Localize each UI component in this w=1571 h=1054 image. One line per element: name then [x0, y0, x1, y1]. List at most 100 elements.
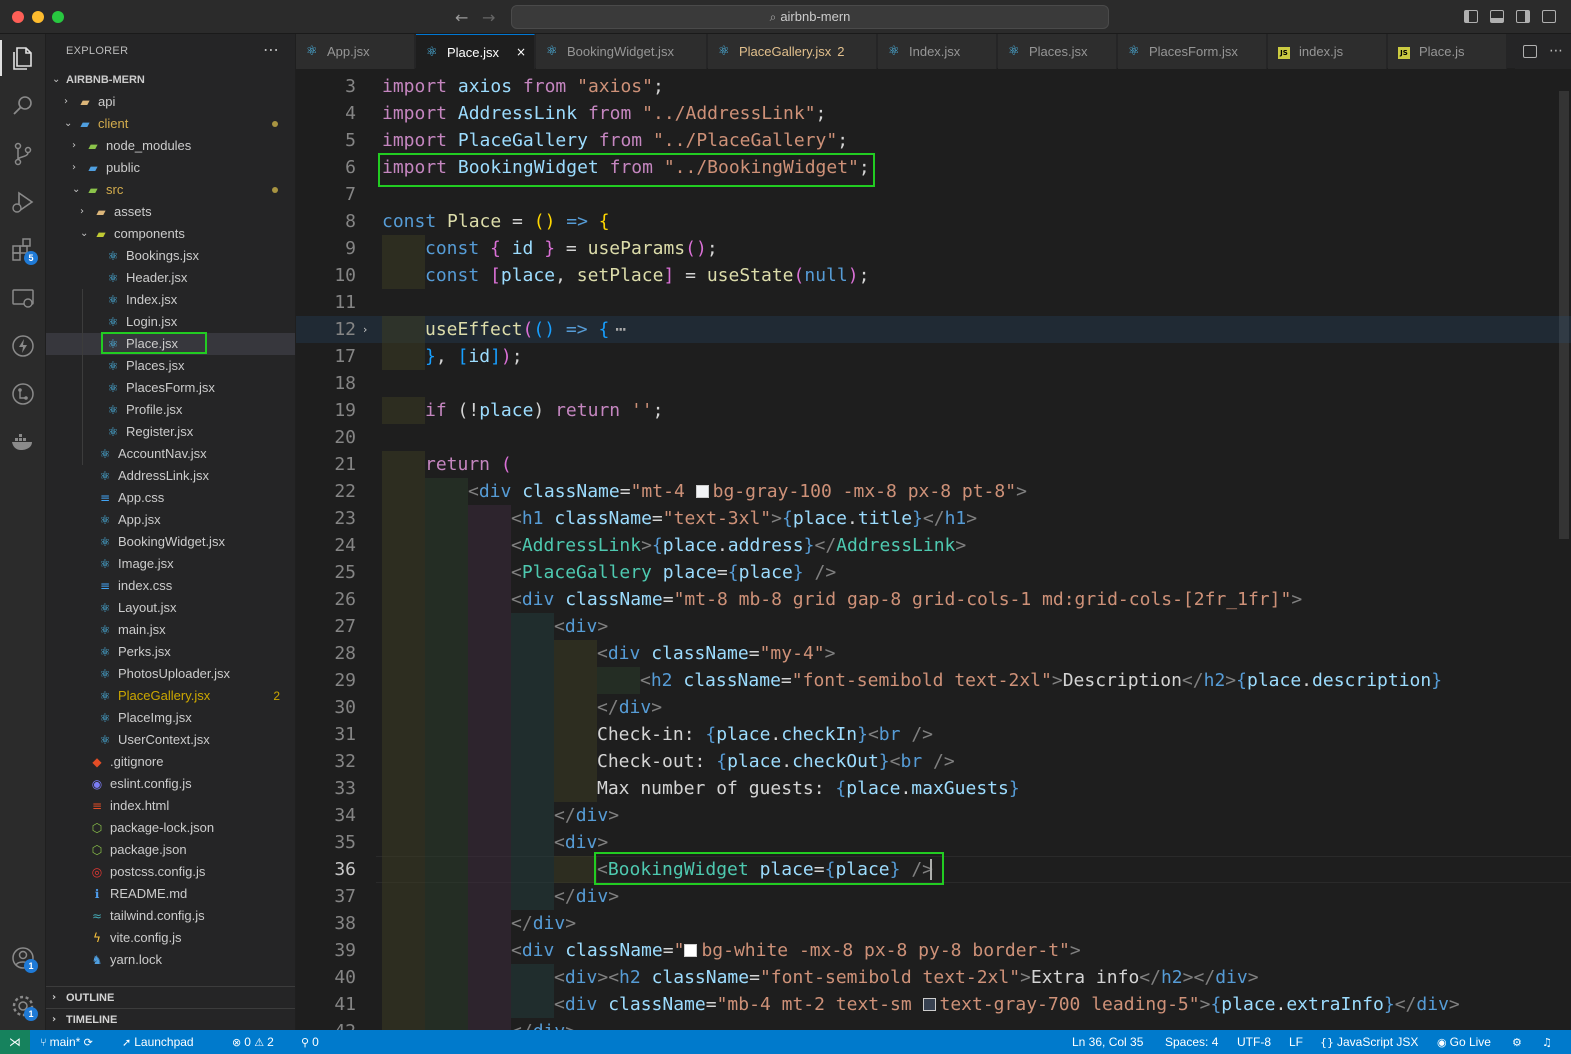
code-line-37[interactable]: </div> — [554, 883, 619, 910]
code-line-38[interactable]: </div> — [511, 910, 576, 937]
search-icon[interactable] — [9, 92, 37, 120]
code-line-3[interactable]: import axios from "axios"; — [382, 73, 664, 100]
go-live-button[interactable]: ◉ Go Live — [1437, 1030, 1491, 1054]
tab-index-js[interactable]: JS index.js — [1268, 34, 1387, 69]
tree-item-place-jsx[interactable]: ⚛ Place.jsx — [46, 333, 295, 355]
code-line-29[interactable]: <h2 className="font-semibold text-2xl">D… — [640, 667, 1442, 694]
tree-item-placegallery-jsx[interactable]: ⚛ PlaceGallery.jsx 2 — [46, 685, 295, 707]
tree-item-placeimg-jsx[interactable]: ⚛ PlaceImg.jsx — [46, 707, 295, 729]
tree-item-index-css[interactable]: ≡ index.css — [46, 575, 295, 597]
branch-indicator[interactable]: ⑂ main* ⟳ — [40, 1030, 96, 1054]
toggle-primary-sidebar-icon[interactable] — [1464, 10, 1478, 23]
split-editor-icon[interactable] — [1523, 45, 1537, 58]
gitlens-icon[interactable] — [9, 380, 37, 408]
minimize-window-button[interactable] — [32, 11, 44, 23]
code-line-28[interactable]: <div className="my-4"> — [597, 640, 835, 667]
toggle-panel-icon[interactable] — [1490, 10, 1504, 23]
tree-item-api[interactable]: › ▰ api — [46, 91, 295, 113]
fold-chevron-icon[interactable]: › — [363, 316, 367, 343]
tree-item-app-css[interactable]: ≡ App.css — [46, 487, 295, 509]
accounts-icon[interactable]: 1 — [9, 944, 38, 973]
cursor-position[interactable]: Ln 36, Col 35 — [1072, 1030, 1143, 1054]
notifications-bell-icon[interactable]: ♫ — [1542, 1030, 1555, 1054]
close-tab-icon[interactable]: × — [516, 35, 526, 69]
code-line-41[interactable]: <div className="mb-4 mt-2 text-sm text-g… — [554, 991, 1460, 1018]
maximize-window-button[interactable] — [52, 11, 64, 23]
more-actions-icon[interactable]: ⋯ — [263, 40, 279, 59]
tab-placesform-jsx[interactable]: ⚛ PlacesForm.jsx — [1118, 34, 1267, 69]
tab-placegallery-jsx[interactable]: ⚛ PlaceGallery.jsx 2 — [708, 34, 877, 69]
tab-index-jsx[interactable]: ⚛ Index.jsx — [878, 34, 997, 69]
tree-item-app-jsx[interactable]: ⚛ App.jsx — [46, 509, 295, 531]
code-line-40[interactable]: <div><h2 className="font-semibold text-2… — [554, 964, 1259, 991]
code-line-26[interactable]: <div className="mt-8 mb-8 grid gap-8 gri… — [511, 586, 1302, 613]
tree-item-usercontext-jsx[interactable]: ⚛ UserContext.jsx — [46, 729, 295, 751]
tree-item-bookings-jsx[interactable]: ⚛ Bookings.jsx — [46, 245, 295, 267]
settings-gear-icon[interactable]: 1 — [9, 992, 38, 1021]
code-line-5[interactable]: import PlaceGallery from "../PlaceGaller… — [382, 127, 848, 154]
encoding[interactable]: UTF-8 — [1237, 1030, 1271, 1054]
tree-item-layout-jsx[interactable]: ⚛ Layout.jsx — [46, 597, 295, 619]
color-swatch[interactable] — [684, 944, 698, 957]
tab-place-jsx[interactable]: ⚛ Place.jsx × — [416, 34, 535, 69]
code-line-19[interactable]: if (!place) return ''; — [425, 397, 664, 424]
ports-indicator[interactable]: ⚲ 0 — [301, 1030, 319, 1054]
tree-item-yarn-lock[interactable]: ♞ yarn.lock — [46, 949, 295, 971]
code-line-9[interactable]: const { id } = useParams(); — [425, 235, 718, 262]
tree-item-accountnav-jsx[interactable]: ⚛ AccountNav.jsx — [46, 443, 295, 465]
tab-app-jsx[interactable]: ⚛ App.jsx — [296, 34, 415, 69]
line-ending[interactable]: LF — [1289, 1030, 1303, 1054]
more-actions-icon[interactable]: ⋯ — [1549, 34, 1563, 69]
tree-item-package-json[interactable]: ⬡ package.json — [46, 839, 295, 861]
code-line-42[interactable]: </div> — [511, 1018, 576, 1030]
tree-item-tailwind-config-js[interactable]: ≈ tailwind.config.js — [46, 905, 295, 927]
tree-item-index-jsx[interactable]: ⚛ Index.jsx — [46, 289, 295, 311]
code-editor[interactable]: 3 import axios from "axios"; 4 import Addre… — [296, 69, 1571, 1030]
tree-item-register-jsx[interactable]: ⚛ Register.jsx — [46, 421, 295, 443]
fold-ellipsis[interactable]: ⋯ — [615, 319, 626, 340]
scroll-thumb[interactable] — [1559, 91, 1569, 539]
explorer-icon[interactable] — [9, 44, 37, 72]
problems-indicator[interactable]: ⊗ 0 ⚠ 2 — [232, 1030, 274, 1054]
code-line-34[interactable]: </div> — [554, 802, 619, 829]
tree-item-placesform-jsx[interactable]: ⚛ PlacesForm.jsx — [46, 377, 295, 399]
tab-bookingwidget-jsx[interactable]: ⚛ BookingWidget.jsx — [536, 34, 707, 69]
code-line-8[interactable]: const Place = () => { — [382, 208, 610, 235]
code-line-27[interactable]: <div> — [554, 613, 608, 640]
code-line-10[interactable]: const [place, setPlace] = useState(null)… — [425, 262, 869, 289]
language-mode[interactable]: {} JavaScript JSX — [1320, 1030, 1418, 1054]
tab-places-jsx[interactable]: ⚛ Places.jsx — [998, 34, 1117, 69]
tree-item-index-html[interactable]: ≡ index.html — [46, 795, 295, 817]
code-line-22[interactable]: <div className="mt-4 bg-gray-100 -mx-8 p… — [468, 478, 1027, 505]
code-line-4[interactable]: import AddressLink from "../AddressLink"… — [382, 100, 826, 127]
tree-item-bookingwidget-jsx[interactable]: ⚛ BookingWidget.jsx — [46, 531, 295, 553]
color-swatch[interactable] — [922, 998, 936, 1011]
code-line-23[interactable]: <h1 className="text-3xl">{place.title}</… — [511, 505, 977, 532]
close-window-button[interactable] — [12, 11, 24, 23]
code-line-39[interactable]: <div className=" bg-white -mx-8 px-8 py-8… — [511, 937, 1081, 964]
tree-item-node-modules[interactable]: › ▰ node_modules — [46, 135, 295, 157]
tree-item-header-jsx[interactable]: ⚛ Header.jsx — [46, 267, 295, 289]
workspace-root[interactable]: ⌄ AIRBNB-MERN — [46, 69, 295, 91]
tree-item-components[interactable]: ⌄ ▰ components — [46, 223, 295, 245]
code-line-35[interactable]: <div> — [554, 829, 608, 856]
back-arrow-icon[interactable]: ← — [455, 8, 468, 27]
command-center-search[interactable]: ⌕ airbnb-mern — [511, 5, 1109, 29]
launchpad-item[interactable]: ➚ Launchpad — [122, 1030, 194, 1054]
tree-item-src[interactable]: ⌄ ▰ src — [46, 179, 295, 201]
customize-layout-icon[interactable] — [1542, 10, 1556, 23]
toggle-secondary-sidebar-icon[interactable] — [1516, 10, 1530, 23]
tree-item-postcss-config-js[interactable]: ◎ postcss.config.js — [46, 861, 295, 883]
code-line-12[interactable]: useEffect(() => {⋯ — [425, 316, 626, 343]
code-line-25[interactable]: <PlaceGallery place={place} /> — [511, 559, 836, 586]
tree-item-public[interactable]: › ▰ public — [46, 157, 295, 179]
code-line-33[interactable]: Max number of guests: {place.maxGuests} — [597, 775, 1020, 802]
docker-icon[interactable] — [9, 428, 37, 456]
forward-arrow-icon[interactable]: → — [482, 8, 495, 27]
copilot-icon[interactable]: ⚙ — [1512, 1030, 1525, 1054]
tree-item-login-jsx[interactable]: ⚛ Login.jsx — [46, 311, 295, 333]
tab-place-js[interactable]: JS Place.js — [1388, 34, 1507, 69]
tree-item-perks-jsx[interactable]: ⚛ Perks.jsx — [46, 641, 295, 663]
code-line-36[interactable]: <BookingWidget place={place} /> — [597, 856, 933, 883]
tree-item-image-jsx[interactable]: ⚛ Image.jsx — [46, 553, 295, 575]
